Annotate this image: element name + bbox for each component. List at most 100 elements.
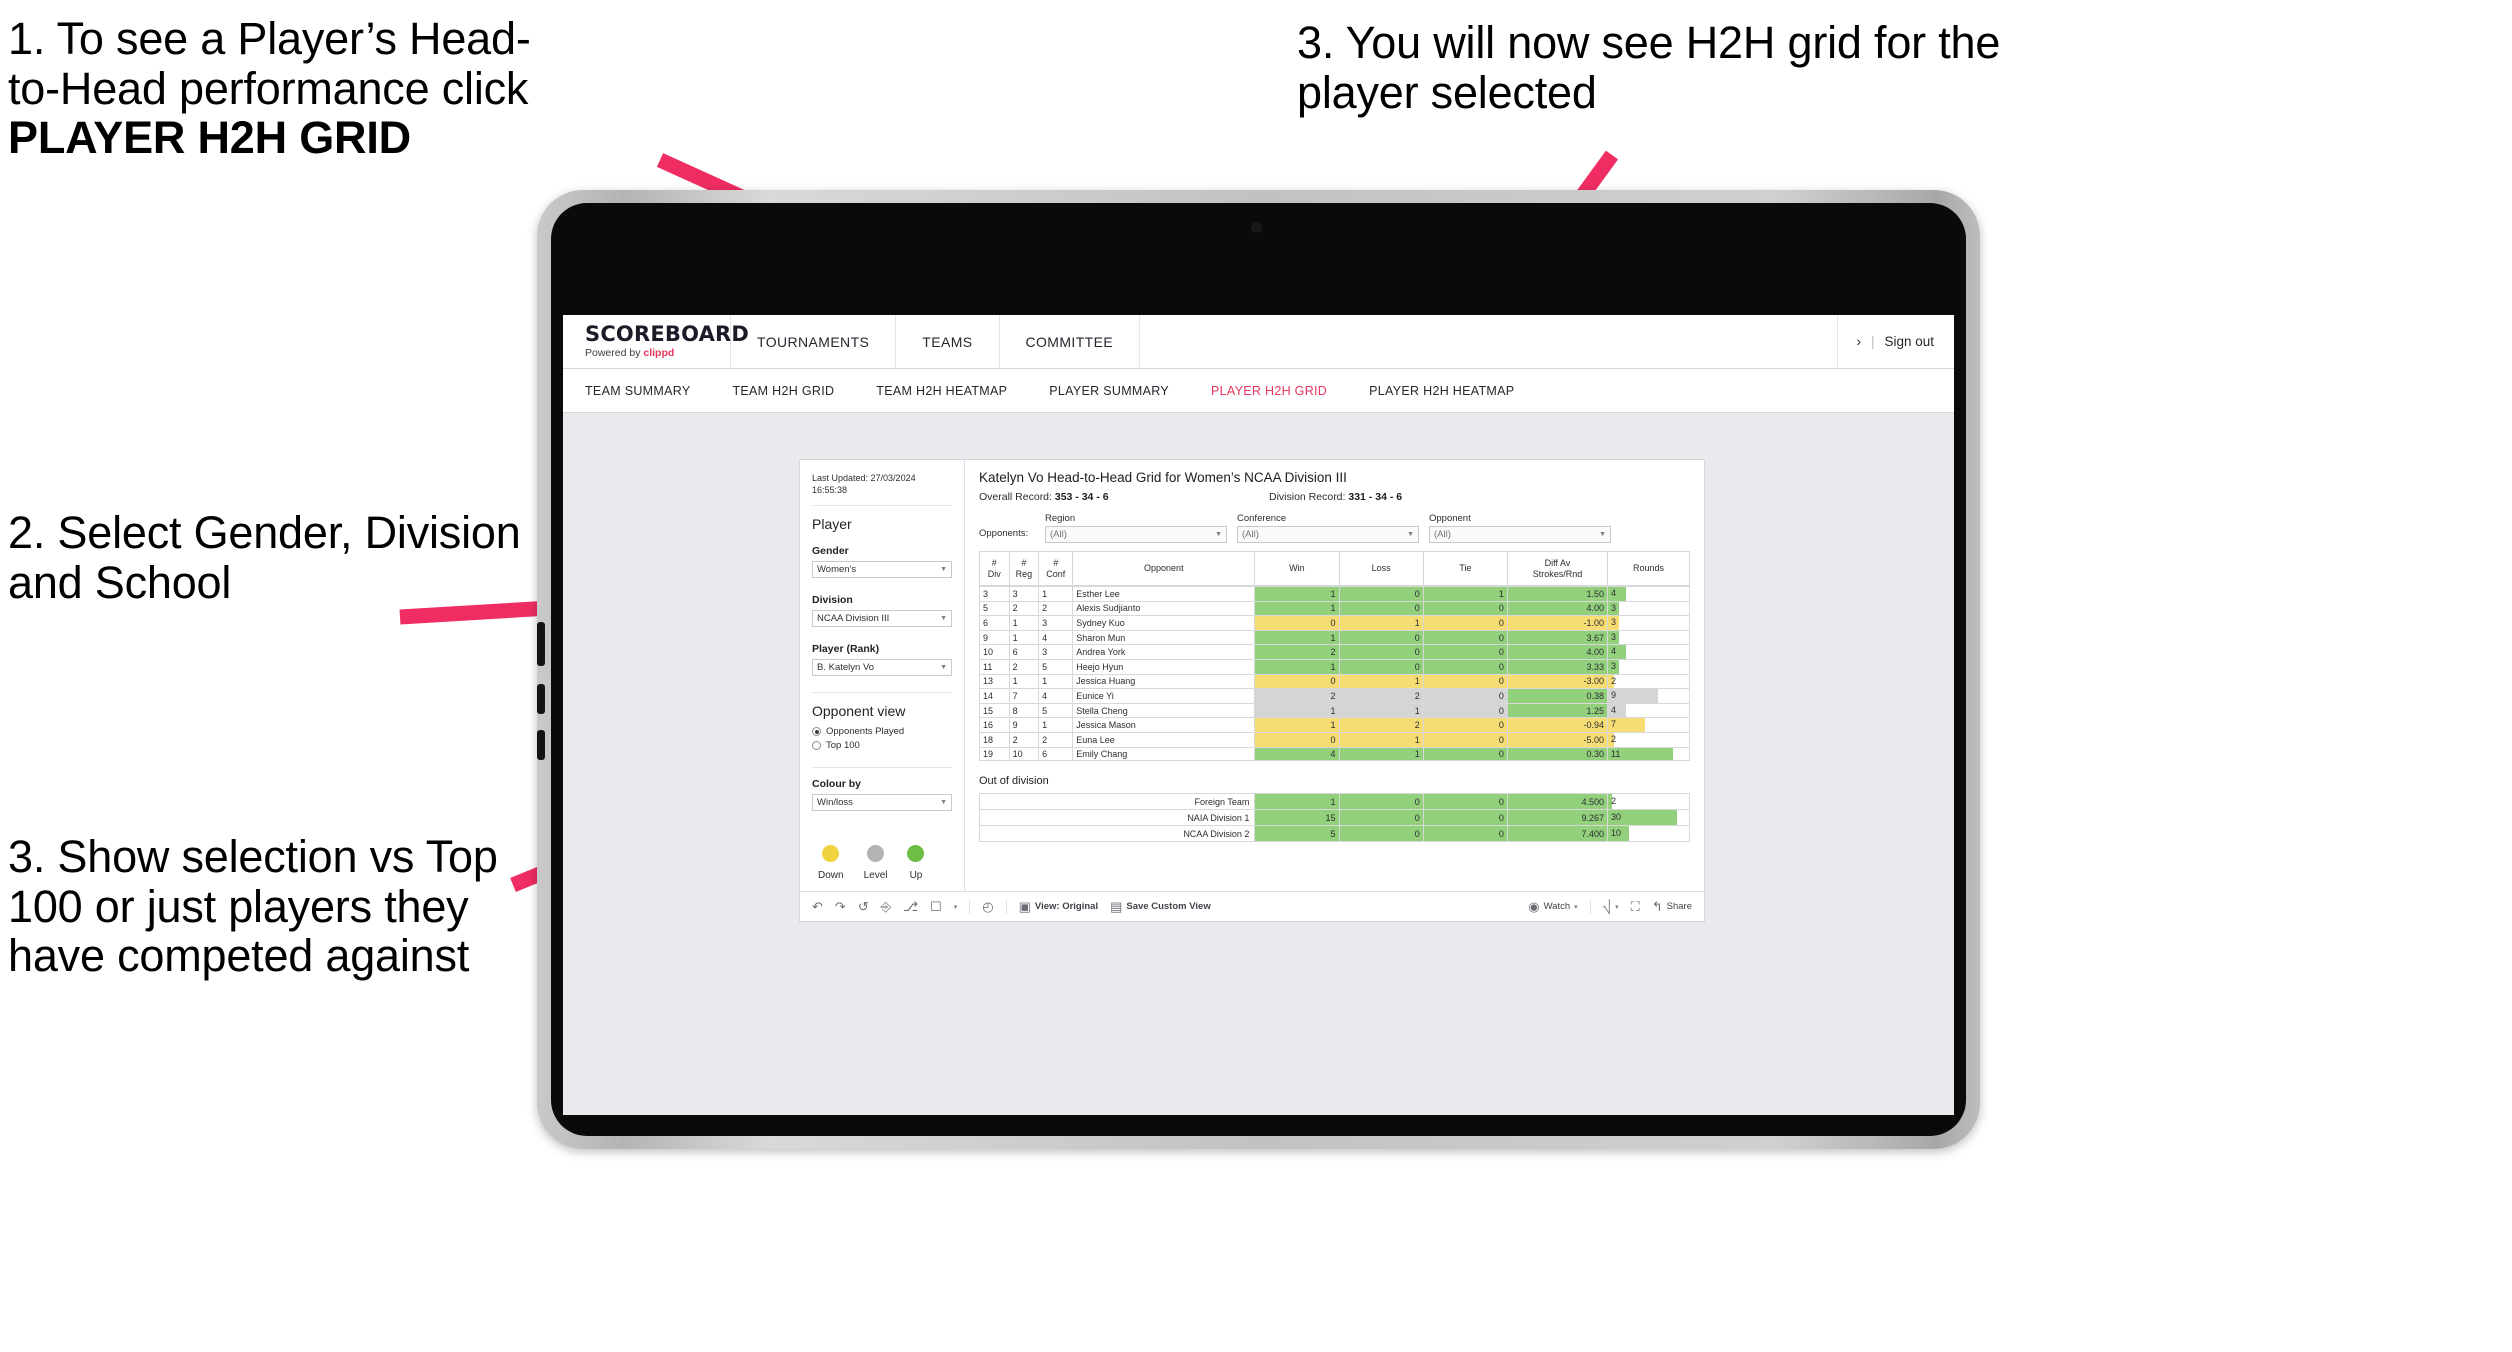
toolbar-divider-1 (969, 899, 971, 914)
cell-ood-name: NCAA Division 2 (978, 825, 1256, 842)
table-row[interactable]: 10 6 3 Andrea York 2 0 0 4.00 4 (979, 644, 1690, 660)
cell-win: 0 (1254, 673, 1340, 690)
col-tie[interactable]: Tie (1422, 551, 1508, 586)
cell-tie: 0 (1422, 688, 1508, 704)
region-filter-select[interactable]: (All) ▼ (1045, 526, 1227, 543)
share-icon: ↰ (1651, 899, 1663, 915)
col-div[interactable]: # Div (979, 551, 1010, 586)
table-row[interactable]: 15 8 5 Stella Cheng 1 1 0 1.25 4 (979, 702, 1690, 719)
table-row[interactable]: 3 3 1 Esther Lee 1 0 1 1.50 4 (979, 586, 1690, 602)
revert-icon[interactable]: ↺ (858, 900, 869, 913)
sign-out-link[interactable]: Sign out (1884, 334, 1934, 349)
chevron-right-icon[interactable]: › (1856, 334, 1861, 349)
opponent-filter-value: (All) (1434, 529, 1451, 540)
cell-ood-tie: 0 (1422, 809, 1508, 826)
player-rank-select[interactable]: B. Katelyn Vo ▼ (812, 659, 952, 677)
filter-panel: Last Updated: 27/03/2024 16:55:38 Player… (800, 460, 965, 892)
cell-win: 1 (1254, 586, 1340, 602)
table-row[interactable]: NCAA Division 2 5 0 0 7.400 10 (978, 825, 1690, 842)
view-original-button[interactable]: ▣ View: Original (1019, 900, 1098, 913)
h2h-grid-header-row: # Div # Reg # Conf Opponent Win Loss Tie Di… (979, 551, 1690, 586)
col-opponent[interactable]: Opponent (1072, 551, 1256, 586)
subnav-item-player-h2h-grid[interactable]: PLAYER H2H GRID (1211, 384, 1349, 398)
cell-tie: 0 (1422, 644, 1508, 660)
view-icon: ▣ (1018, 899, 1031, 915)
radio-top-100[interactable]: Top 100 (812, 740, 952, 751)
cell-opponent: Esther Lee (1072, 586, 1256, 602)
cell-win: 2 (1254, 688, 1340, 704)
h2h-grid-scroll-area[interactable]: 3 3 1 Esther Lee 1 0 1 1.50 4 5 2 2 Alexis Sudjianto… (979, 586, 1690, 761)
topnav-item-tournaments[interactable]: TOURNAMENTS (731, 315, 897, 368)
legend-dot-level (867, 845, 885, 863)
logo-tagline-prefix: Powered by (585, 347, 644, 360)
overall-record-value: 353 - 34 - 6 (1054, 491, 1109, 503)
col-rounds[interactable]: Rounds (1607, 551, 1690, 586)
cell-opponent: Emily Chang (1072, 746, 1256, 760)
table-row[interactable]: 18 2 2 Euna Lee 0 1 0 -5.00 2 (979, 731, 1690, 748)
chevron-down-icon[interactable]: ▾ (954, 903, 958, 911)
watch-button[interactable]: ◉ Watch ▾ (1528, 900, 1577, 913)
conference-filter-select[interactable]: (All) ▼ (1237, 526, 1419, 543)
division-select[interactable]: NCAA Division III ▼ (812, 610, 952, 628)
cell-ood-name: Foreign Team (978, 793, 1256, 810)
col-div-l2: Div (987, 568, 1001, 579)
table-row[interactable]: 6 1 3 Sydney Kuo 0 1 0 -1.00 3 (979, 615, 1690, 631)
opponent-filters: Opponents: Region (All) ▼ Conference (Al… (979, 513, 1690, 543)
cell-tie: 0 (1422, 717, 1508, 733)
scoreboard-logo[interactable]: SCOREBOARD Powered by clippd (563, 315, 749, 368)
topnav-item-teams[interactable]: TEAMS (896, 315, 1000, 368)
cell-conf: 4 (1038, 688, 1074, 704)
subnav-item-player-summary[interactable]: PLAYER SUMMARY (1049, 384, 1191, 398)
cell-div: 19 (979, 746, 1010, 760)
cell-opponent: Jessica Huang (1072, 673, 1256, 690)
camera-icon (1251, 222, 1262, 233)
topnav-item-committee[interactable]: COMMITTEE (1000, 315, 1141, 368)
table-row[interactable]: 14 7 4 Eunice Yi 2 2 0 0.38 9 (979, 688, 1690, 704)
colour-by-select[interactable]: Win/loss ▼ (812, 794, 952, 812)
opponent-filter-select[interactable]: (All) ▼ (1429, 526, 1611, 543)
table-row[interactable]: 11 2 5 Heejo Hyun 1 0 0 3.33 3 (979, 658, 1690, 675)
col-reg[interactable]: # Reg (1008, 551, 1040, 586)
redo-icon[interactable]: ↷ (835, 900, 846, 913)
pause-updates-icon[interactable]: ⎇ (903, 900, 918, 913)
share-button[interactable]: ↰ Share (1652, 900, 1692, 913)
chevron-down-icon: ▾ (1615, 903, 1619, 911)
refresh-data-icon[interactable]: ⎆ (881, 900, 891, 913)
cell-tie: 0 (1422, 629, 1508, 646)
panel-divider-1 (812, 505, 952, 507)
table-row[interactable]: 5 2 2 Alexis Sudjianto 1 0 0 4.00 3 (979, 600, 1690, 617)
table-row[interactable]: Foreign Team 1 0 0 4.500 2 (978, 793, 1690, 810)
cell-loss: 0 (1338, 644, 1424, 660)
h2h-grid-head: # Div # Reg # Conf Opponent Win Loss Tie Di… (979, 551, 1690, 586)
radio-opponents-played[interactable]: Opponents Played (812, 726, 952, 737)
annotation-step-4: 3. You will now see H2H grid for the pla… (1297, 17, 2001, 118)
view-mode-icon[interactable]: ☐ (930, 900, 942, 913)
col-loss[interactable]: Loss (1338, 551, 1424, 586)
cell-tie: 0 (1422, 615, 1508, 631)
col-diff-l2: Strokes/Rnd (1532, 568, 1583, 579)
table-row[interactable]: 16 9 1 Jessica Mason 1 2 0 -0.94 7 (979, 717, 1690, 733)
download-icon: ⎷ (1602, 899, 1612, 915)
table-row[interactable]: NAIA Division 1 15 0 0 9.267 30 (978, 809, 1690, 826)
cell-conf: 1 (1038, 586, 1074, 602)
h2h-grid-header-table: # Div # Reg # Conf Opponent Win Loss Tie Di… (979, 551, 1690, 586)
gender-select[interactable]: Women's ▼ (812, 561, 952, 579)
cell-div: 16 (979, 717, 1010, 733)
col-win[interactable]: Win (1254, 551, 1340, 586)
subnav-item-player-h2h-heatmap[interactable]: PLAYER H2H HEATMAP (1369, 384, 1536, 398)
save-custom-view-button[interactable]: ▤ Save Custom View (1110, 900, 1211, 913)
table-row[interactable]: 13 1 1 Jessica Huang 0 1 0 -3.00 2 (979, 673, 1690, 690)
col-diff-av[interactable]: Diff Av Strokes/Rnd (1506, 551, 1609, 586)
table-row[interactable]: 9 1 4 Sharon Mun 1 0 0 3.67 3 (979, 629, 1690, 646)
subnav-item-team-summary[interactable]: TEAM SUMMARY (585, 384, 712, 398)
undo-icon[interactable]: ↶ (812, 900, 823, 913)
h2h-grid-body: 3 3 1 Esther Lee 1 0 1 1.50 4 5 2 2 Alexis Sudjianto… (979, 586, 1690, 760)
fullscreen-icon[interactable]: ⛶ (1631, 900, 1640, 913)
alerts-icon[interactable]: ◴ (982, 900, 993, 913)
subnav-item-team-h2h-heatmap[interactable]: TEAM H2H HEATMAP (876, 384, 1029, 398)
download-button[interactable]: ⎷ ▾ (1603, 900, 1619, 913)
cell-ood-loss: 0 (1338, 809, 1424, 826)
table-row[interactable]: 19 10 6 Emily Chang 4 1 0 0.30 11 (979, 746, 1690, 760)
subnav-item-team-h2h-grid[interactable]: TEAM H2H GRID (732, 384, 856, 398)
col-conf[interactable]: # Conf (1038, 551, 1074, 586)
